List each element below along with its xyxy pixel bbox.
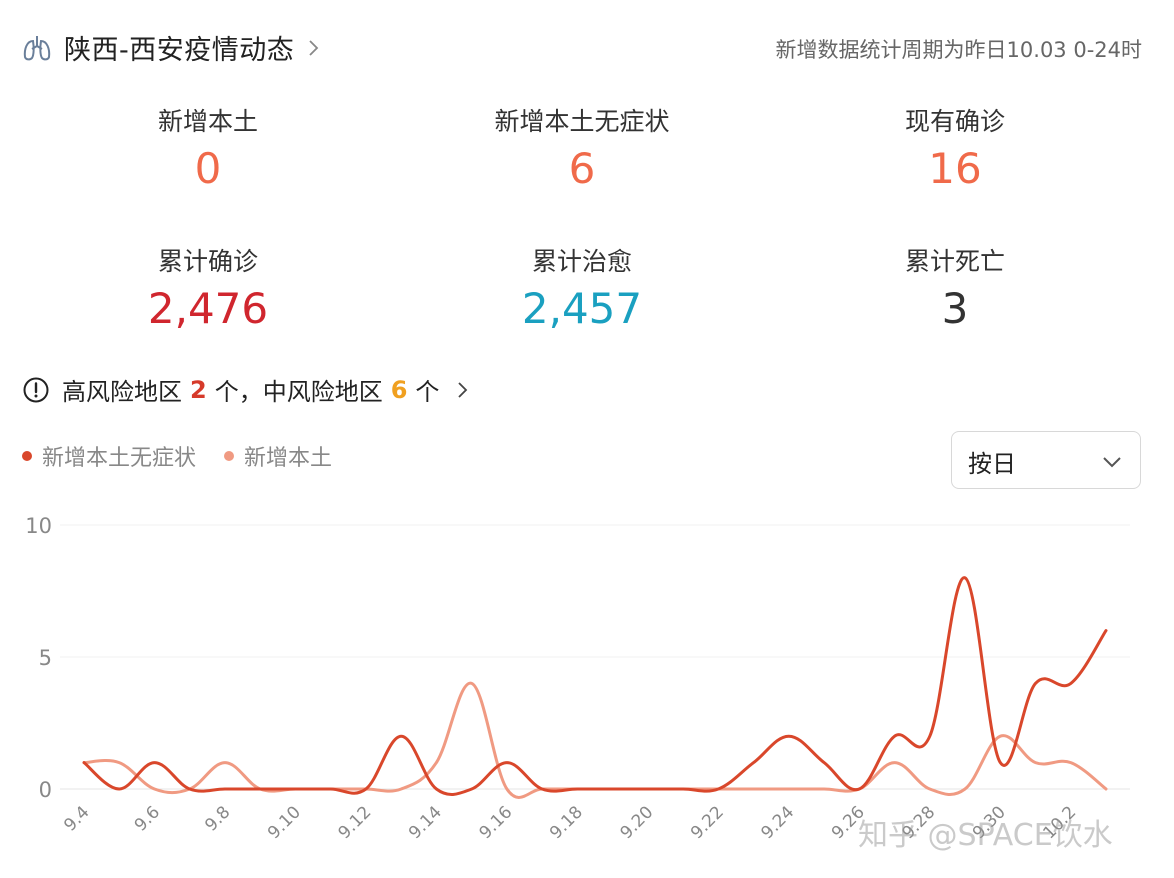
mid-risk-label: 中风险地区	[262, 378, 383, 406]
card-header: 陕西-西安疫情动态 新增数据统计周期为昨日10.03 0-24时	[20, 22, 1142, 70]
stat-label: 新增本土无症状	[494, 107, 670, 136]
series-line-asymptomatic	[82, 576, 1108, 796]
stat-label: 现有确诊	[904, 107, 1005, 136]
y-tick-label: 0	[39, 778, 52, 802]
risk-unit: 个，	[214, 378, 263, 406]
stat-label: 新增本土	[157, 107, 258, 136]
chart-legend: 新增本土无症状 新增本土	[22, 440, 360, 472]
high-risk-label: 高风险地区	[62, 378, 182, 406]
legend-item-asymptomatic[interactable]: 新增本土无症状	[22, 440, 196, 472]
x-tick-label: 9.28	[898, 802, 939, 843]
x-tick-label: 9.30	[969, 802, 1010, 843]
x-tick-label: 9.14	[405, 802, 446, 843]
chevron-right-icon	[309, 39, 319, 56]
chevron-right-icon	[458, 381, 468, 398]
legend-label: 新增本土	[244, 446, 333, 471]
risk-unit: 个	[415, 378, 440, 406]
alert-circle-icon	[23, 377, 49, 402]
x-tick-label: 9.20	[616, 802, 657, 843]
stat-total-deaths: 累计死亡 3	[775, 244, 1135, 336]
stat-value: 3	[941, 284, 969, 333]
mid-risk-count: 6	[390, 375, 408, 404]
y-tick-label: 5	[39, 646, 52, 670]
stat-new-asymptomatic: 新增本土无症状 6	[402, 104, 762, 196]
stat-value: 16	[928, 144, 982, 193]
legend-dot	[22, 451, 32, 461]
risk-areas-link[interactable]: 高风险地区 2 个， 中风险地区 6 个	[22, 372, 473, 407]
legend-label: 新增本土无症状	[42, 446, 197, 471]
x-tick-label: 9.16	[476, 802, 517, 843]
stat-current-confirmed: 现有确诊 16	[775, 104, 1135, 196]
period-select-value: 按日	[968, 450, 1016, 478]
x-tick-label: 9.12	[335, 802, 376, 843]
stat-value: 2,476	[147, 284, 269, 333]
stat-value: 6	[568, 144, 596, 193]
trend-line-chart: 0 5 10 9.4 9.6 9.8 9.10 9.12 9.14 9.16 9.18 9.20 9.2…	[25, 514, 1130, 843]
chevron-down-icon	[1103, 457, 1121, 468]
x-tick-label: 9.24	[757, 802, 798, 843]
x-tick-label: 9.26	[828, 802, 869, 843]
x-tick-label: 9.6	[131, 802, 164, 835]
stat-value: 2,457	[521, 284, 643, 333]
stats-period-note: 新增数据统计周期为昨日10.03 0-24时	[775, 38, 1142, 62]
x-tick-label: 9.10	[264, 802, 305, 843]
stat-value: 0	[194, 144, 222, 193]
x-tick-label: 9.18	[546, 802, 587, 843]
stat-label: 累计确诊	[157, 247, 258, 276]
stat-label: 累计死亡	[904, 247, 1005, 276]
stat-total-recovered: 累计治愈 2,457	[402, 244, 762, 336]
stat-label: 累计治愈	[531, 247, 632, 276]
y-tick-label: 10	[25, 514, 52, 538]
series-line-local	[82, 681, 1108, 799]
lungs-icon	[23, 35, 51, 60]
x-tick-label: 9.4	[60, 802, 93, 835]
period-select[interactable]: 按日	[951, 431, 1141, 489]
region-title-link[interactable]: 陕西-西安疫情动态	[20, 28, 324, 67]
stat-new-local: 新增本土 0	[28, 104, 388, 196]
legend-item-local[interactable]: 新增本土	[224, 440, 332, 472]
x-tick-label: 9.8	[201, 802, 234, 835]
x-tick-label: 10.2	[1039, 802, 1080, 843]
stat-total-confirmed: 累计确诊 2,476	[28, 244, 388, 336]
legend-dot	[224, 451, 235, 461]
page-title: 陕西-西安疫情动态	[64, 35, 295, 66]
x-tick-label: 9.22	[687, 802, 728, 843]
high-risk-count: 2	[190, 375, 207, 404]
